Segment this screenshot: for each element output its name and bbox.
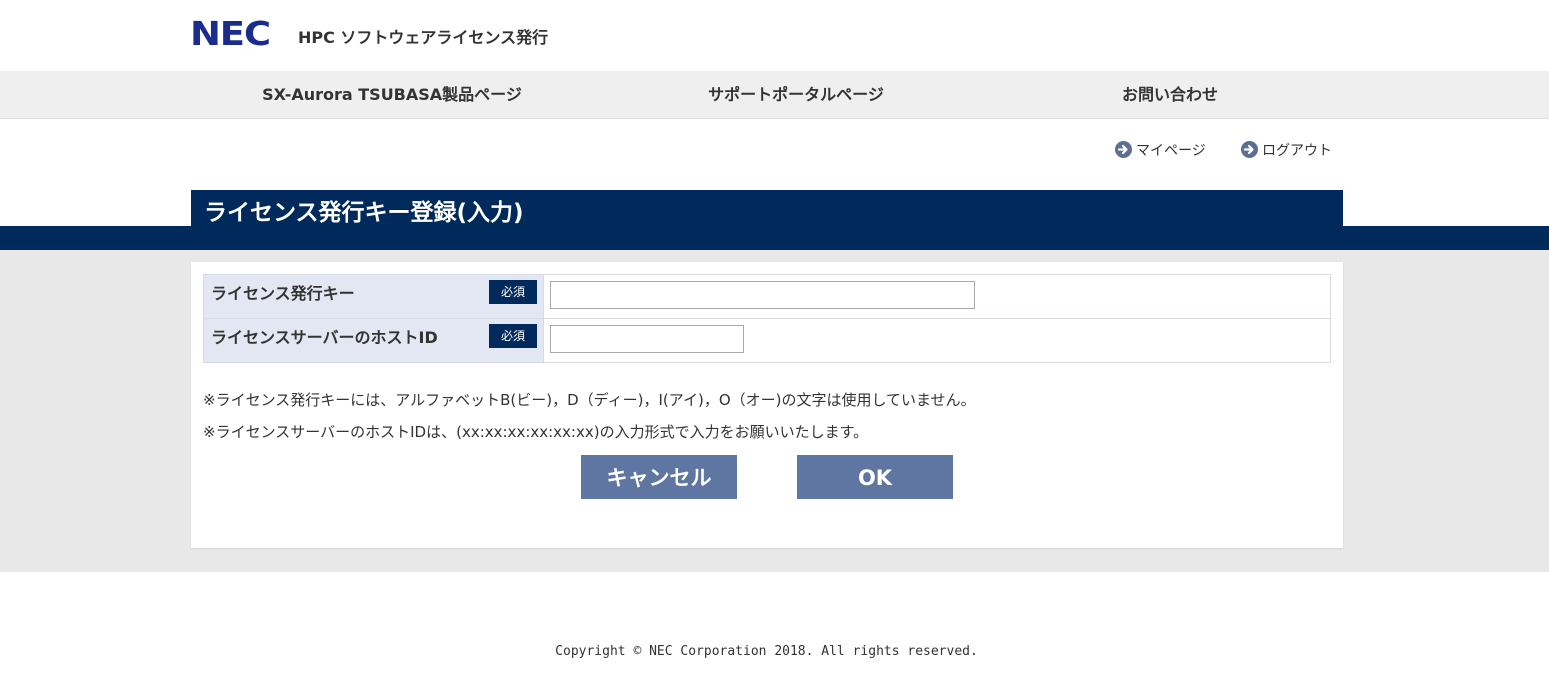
license-key-label-cell: ライセンス発行キー 必須 <box>203 274 544 319</box>
nav-link-contact[interactable]: お問い合わせ <box>968 71 1372 118</box>
mypage-link[interactable]: マイページ <box>1115 141 1206 161</box>
global-nav: SX-Aurora TSUBASA製品ページ サポートポータルページ お問い合わ… <box>0 71 1549 119</box>
host-id-label-cell: ライセンスサーバーのホストID 必須 <box>203 318 544 363</box>
circle-arrow-right-icon <box>1241 141 1258 158</box>
logout-link[interactable]: ログアウト <box>1241 141 1332 161</box>
circle-arrow-right-icon <box>1115 141 1132 158</box>
nav-link-product-page[interactable]: SX-Aurora TSUBASA製品ページ <box>190 71 594 118</box>
page-title-box: ライセンス発行キー登録(入力) <box>191 190 1343 226</box>
nav-link-support-portal[interactable]: サポートポータルページ <box>594 71 998 118</box>
host-id-field-cell <box>543 318 1331 363</box>
license-key-input[interactable] <box>550 281 975 309</box>
site-title: HPC ソフトウェアライセンス発行 <box>298 28 549 47</box>
nec-logo[interactable]: NEC <box>190 17 271 51</box>
title-band <box>0 226 1549 250</box>
form-card: ライセンス発行キー 必須 ライセンスサーバーのホストID 必須 ※ライセンス発行… <box>191 262 1343 548</box>
license-form-table: ライセンス発行キー 必須 ライセンスサーバーのホストID 必須 <box>203 274 1331 363</box>
host-id-label: ライセンスサーバーのホストID <box>211 328 438 347</box>
form-notes: ※ライセンス発行キーには、アルファベットB(ビー)，D（ディー)，I(アイ)，O… <box>203 384 1331 448</box>
logout-link-label: ログアウト <box>1262 143 1332 159</box>
footer: Copyright © NEC Corporation 2018. All ri… <box>0 643 1549 661</box>
note-license-key-chars: ※ライセンス発行キーには、アルファベットB(ビー)，D（ディー)，I(アイ)，O… <box>203 391 976 409</box>
form-row-license-key: ライセンス発行キー 必須 <box>203 274 1331 319</box>
license-key-label: ライセンス発行キー <box>211 284 355 303</box>
required-badge: 必須 <box>489 280 537 304</box>
required-badge: 必須 <box>489 324 537 348</box>
host-id-input[interactable] <box>550 325 744 353</box>
license-key-field-cell <box>543 274 1331 319</box>
cancel-button[interactable]: キャンセル <box>581 455 737 499</box>
site-header: NEC HPC ソフトウェアライセンス発行 <box>0 0 1549 71</box>
mypage-link-label: マイページ <box>1136 143 1206 159</box>
copyright-text: Copyright © NEC Corporation 2018. All ri… <box>555 644 978 659</box>
form-row-host-id: ライセンスサーバーのホストID 必須 <box>203 318 1331 363</box>
page-title: ライセンス発行キー登録(入力) <box>204 200 524 226</box>
ok-button[interactable]: OK <box>797 455 953 499</box>
note-host-id-format: ※ライセンスサーバーのホストIDは、(xx:xx:xx:xx:xx:xx)の入力… <box>203 423 869 441</box>
